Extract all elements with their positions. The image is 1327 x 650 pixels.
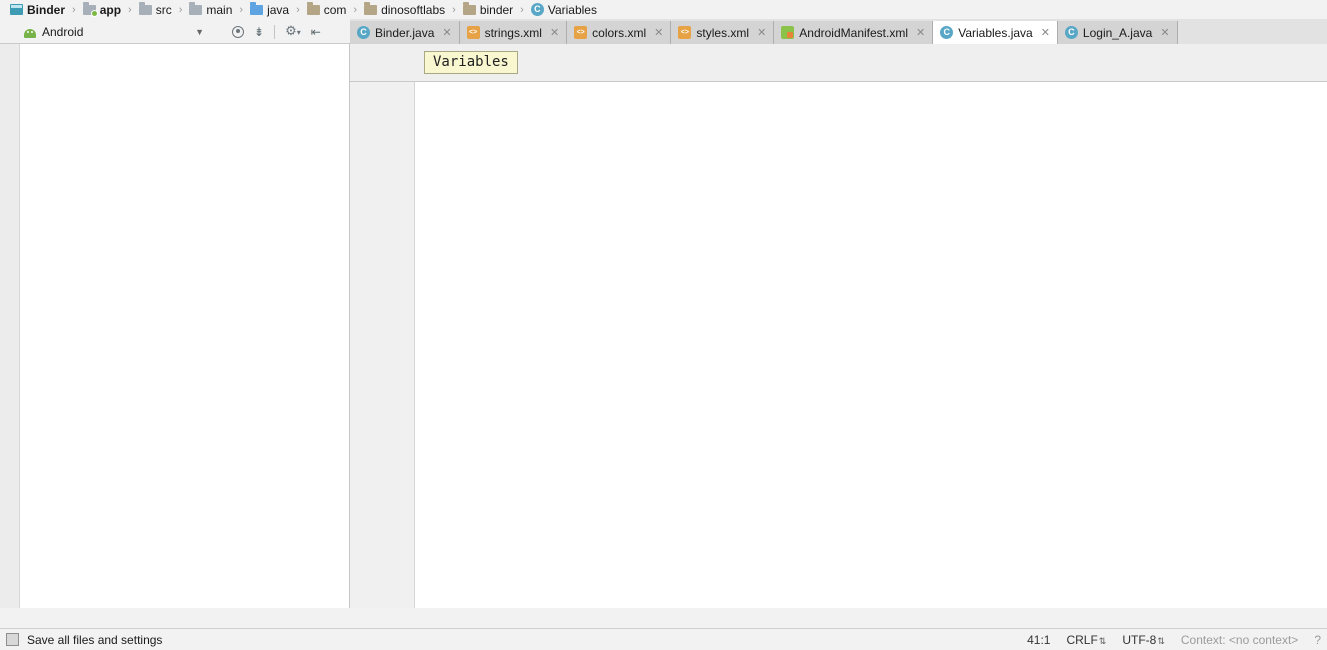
breadcrumb-label: Variables [548,3,597,17]
line-ending-widget[interactable]: CRLF⇅ [1066,633,1106,647]
breadcrumb-label: main [206,3,232,17]
tab-label: colors.xml [592,26,646,40]
pin-left-icon[interactable]: ⇤ [311,25,321,39]
breadcrumb-separator: › [452,4,456,16]
breadcrumb-item[interactable]: main [187,0,234,19]
tab-binder-java[interactable]: C Binder.java ✕ [350,21,460,44]
breadcrumb-separator: › [239,4,243,16]
project-tree [20,44,350,608]
tab-androidmanifest-xml[interactable]: AndroidManifest.xml ✕ [774,21,933,44]
folder-tan-icon [364,5,377,15]
tab-login-a-java[interactable]: C Login_A.java ✕ [1058,21,1178,44]
breadcrumb-label: dinosoftlabs [381,3,445,17]
encoding-widget[interactable]: UTF-8⇅ [1122,633,1165,647]
breadcrumb-label: Binder [27,3,65,17]
folder-gray-icon [139,5,152,15]
status-bar: Save all files and settings 41:1 CRLF⇅ U… [0,629,1327,650]
breadcrumb-item[interactable]: com [305,0,349,19]
android-icon [24,29,36,38]
toolbar-divider [274,25,275,39]
breadcrumb-item[interactable]: Binder [8,0,67,19]
help-label: ? [1314,633,1321,647]
java-class-icon: C [1065,26,1078,39]
toolbar-icons: ⇟ ⚙▾ ⇤ [232,24,321,39]
breadcrumb-separator: › [520,4,524,16]
gear-icon[interactable]: ⚙▾ [285,24,301,39]
breadcrumb: Binder › app › src › main › java › com › dinosoftlab… [0,0,1327,19]
tab-label: strings.xml [485,26,542,40]
breadcrumb-separator: › [128,4,132,16]
breadcrumb-label: com [324,3,347,17]
breadcrumb-item[interactable]: dinosoftlabs [362,0,447,19]
toolbar-and-tabs-row: Android ▼ ⇟ ⚙▾ ⇤ C Binder.java ✕ <> strings.… [0,19,1327,44]
variables-tooltip: Variables [424,51,518,74]
folder-tan-icon [463,5,476,15]
status-message-area: Save all files and settings [0,633,162,647]
tab-strings-xml[interactable]: <> strings.xml ✕ [460,21,568,44]
code-editor[interactable]: Variables [350,44,1327,608]
breadcrumb-label: java [267,3,289,17]
java-class-icon: C [940,26,953,39]
folder-app-icon [83,5,96,15]
tab-label: Binder.java [375,26,434,40]
manifest-file-icon [781,26,794,39]
folder-blue-icon [250,5,263,15]
xml-file-icon: <> [574,26,587,39]
collapse-icon[interactable]: ⇟ [254,25,264,39]
editor-header-strip: Variables [350,44,1327,82]
xml-file-icon: <> [678,26,691,39]
close-icon[interactable]: ✕ [550,26,559,39]
tab-colors-xml[interactable]: <> colors.xml ✕ [567,21,671,44]
caret-position-widget[interactable]: 41:1 [1027,633,1050,647]
run-config-toolbar: Android ▼ ⇟ ⚙▾ ⇤ [0,19,350,44]
breadcrumb-item[interactable]: C Variables [529,0,599,19]
status-message: Save all files and settings [27,633,162,647]
editor-tab-bar: C Binder.java ✕ <> strings.xml ✕ <> colors.xml ✕… [350,19,1327,44]
android-studio-window: Binder › app › src › main › java › com › dinosoftlab… [0,0,1327,650]
breadcrumb-label: app [100,3,121,17]
tab-styles-xml[interactable]: <> styles.xml ✕ [671,21,774,44]
breadcrumb-separator: › [353,4,357,16]
xml-file-icon: <> [467,26,480,39]
tab-label: Variables.java [958,26,1032,40]
updown-icon: ⇅ [1157,636,1165,646]
tab-label: Login_A.java [1083,26,1152,40]
save-icon [6,633,19,646]
window-icon [10,4,23,15]
close-icon[interactable]: ✕ [1160,26,1169,39]
close-icon[interactable]: ✕ [442,26,451,39]
java-class-icon: C [357,26,370,39]
breadcrumb-item[interactable]: app [81,0,123,19]
chevron-down-icon: ▼ [195,27,204,37]
folder-gray-icon [189,5,202,15]
close-icon[interactable]: ✕ [1041,26,1050,39]
tab-label: AndroidManifest.xml [799,26,908,40]
tab-label: styles.xml [696,26,749,40]
breadcrumb-separator: › [72,4,76,16]
breadcrumb-separator: › [296,4,300,16]
breadcrumb-item[interactable]: java [248,0,291,19]
run-config-label: Android [42,25,83,39]
breadcrumb-item[interactable]: src [137,0,174,19]
target-icon[interactable] [232,26,244,38]
context-widget[interactable]: Context: <no context> [1181,633,1298,647]
close-icon[interactable]: ✕ [757,26,766,39]
updown-icon: ⇅ [1099,636,1107,646]
editor-gutter [350,82,415,608]
breadcrumb-separator: › [179,4,183,16]
close-icon[interactable]: ✕ [654,26,663,39]
close-icon[interactable]: ✕ [916,26,925,39]
tool-window-stripe [0,44,20,608]
class-icon: C [531,3,544,16]
tab-variables-java[interactable]: C Variables.java ✕ [933,21,1058,44]
tool-window-bar [0,608,1327,629]
breadcrumb-label: binder [480,3,513,17]
folder-tan-icon [307,5,320,15]
breadcrumb-label: src [156,3,172,17]
breadcrumb-item[interactable]: binder [461,0,515,19]
status-widgets: 41:1 CRLF⇅ UTF-8⇅ Context: <no context> … [1027,633,1327,647]
run-config-selector[interactable]: Android ▼ [24,25,204,39]
